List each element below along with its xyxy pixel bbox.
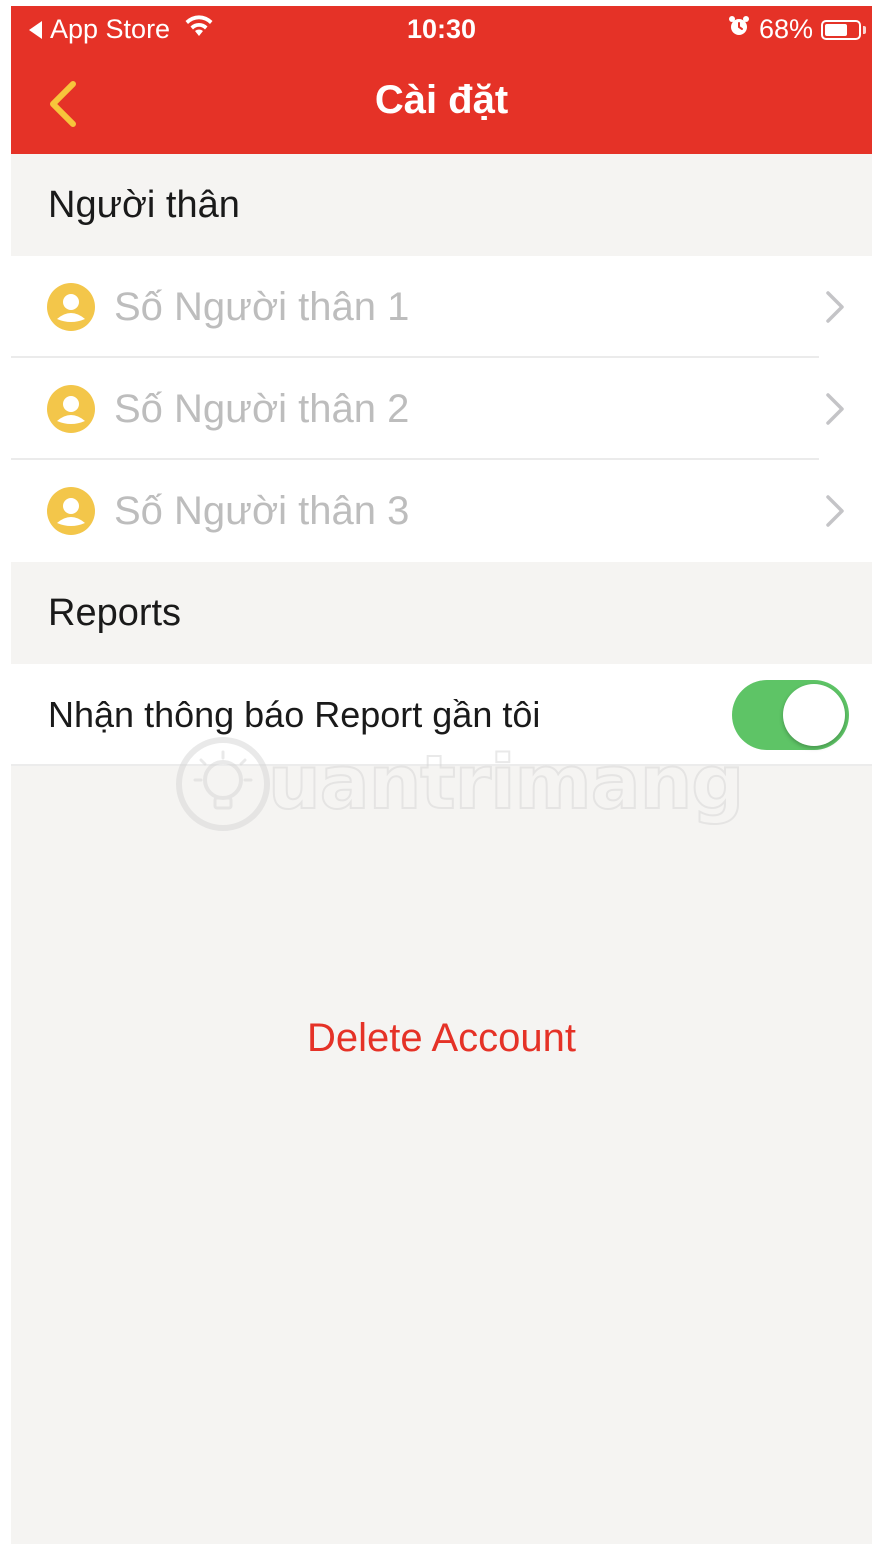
relative-row-label: Số Người thân 2 [114,387,410,431]
page-title: Cài đặt [374,78,509,122]
header: App Store 10:30 68% Cài đặt [11,6,872,154]
relative-row-label: Số Người thân 1 [114,285,410,329]
report-notification-label: Nhận thông báo Report gần tôi [48,694,541,735]
relative-row-label: Số Người thân 3 [114,489,410,533]
status-bar: App Store 10:30 68% [11,6,872,54]
status-right: 68% [727,14,866,45]
alarm-icon [727,14,751,45]
section-header-relatives: Người thân [11,154,872,256]
battery-percent: 68% [758,14,813,44]
report-notification-toggle[interactable] [732,680,849,750]
report-notification-row: Nhận thông báo Report gần tôi [11,664,872,766]
chevron-right-icon [826,291,844,323]
relative-row-3[interactable]: Số Người thân 3 [11,460,872,562]
person-icon [47,283,95,331]
relative-row-2[interactable]: Số Người thân 2 [11,358,872,460]
person-icon [47,487,95,535]
person-icon [47,385,95,433]
toggle-knob [783,684,845,746]
relative-row-1[interactable]: Số Người thân 1 [11,256,872,358]
delete-account-button[interactable]: Delete Account [11,1016,872,1061]
chevron-right-icon [826,393,844,425]
settings-screen: App Store 10:30 68% Cài đặt Người thân S… [11,6,872,1544]
section-header-reports: Reports [11,562,872,664]
chevron-right-icon [826,495,844,527]
battery-icon [821,19,866,40]
